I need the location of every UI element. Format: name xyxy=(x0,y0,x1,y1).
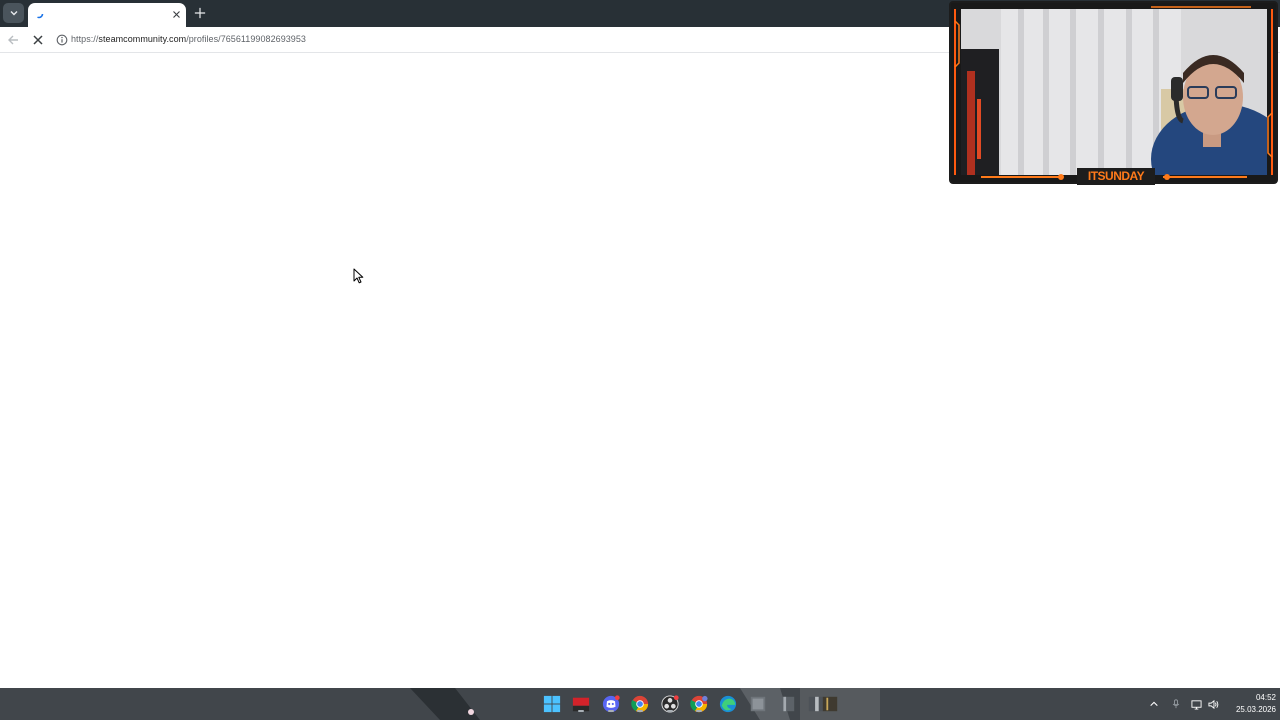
microphone-icon xyxy=(1172,699,1180,709)
site-info-icon[interactable] xyxy=(56,34,68,46)
taskbar-edge[interactable] xyxy=(718,694,738,714)
taskbar-obs-studio[interactable] xyxy=(660,694,680,714)
clock-date: 25.03.2026 xyxy=(1235,705,1276,714)
url-scheme: https:// xyxy=(71,34,99,44)
running-indicator xyxy=(696,710,702,712)
taskbar-app-badge[interactable] xyxy=(571,694,591,714)
close-icon xyxy=(172,10,180,18)
tray-overflow-button[interactable] xyxy=(1148,698,1160,710)
network-icon xyxy=(1190,699,1202,710)
taskbar-discord[interactable] xyxy=(601,694,621,714)
new-tab-button[interactable] xyxy=(193,6,207,20)
back-icon[interactable] xyxy=(6,33,20,47)
chevron-up-icon xyxy=(1150,701,1158,707)
windows-taskbar: 04:52 25.03.2026 xyxy=(0,688,1280,720)
webcam-channel-label: ITSUNDAY xyxy=(1077,168,1155,185)
tray-volume[interactable] xyxy=(1207,698,1219,710)
edge-icon xyxy=(719,695,737,713)
url-host: steamcommunity.com xyxy=(98,34,187,44)
plus-icon xyxy=(194,7,206,19)
app-window-icon xyxy=(822,696,838,712)
address-bar[interactable]: https://steamcommunity.com/profiles/7656… xyxy=(51,30,1051,50)
taskbar-clock[interactable]: 04:52 25.03.2026 xyxy=(1222,692,1276,716)
url-text[interactable]: https://steamcommunity.com/profiles/7656… xyxy=(71,34,306,44)
stop-loading-icon[interactable] xyxy=(31,33,45,47)
start-button[interactable] xyxy=(542,694,562,714)
loading-spinner-icon xyxy=(34,9,44,19)
running-indicator xyxy=(578,710,584,712)
url-path: /profiles/76561199082693953 xyxy=(186,34,306,44)
clock-time: 04:52 xyxy=(1255,693,1276,702)
volume-icon xyxy=(1207,699,1218,709)
tab-search-button[interactable] xyxy=(3,3,24,23)
tray-microphone[interactable] xyxy=(1170,698,1182,710)
running-indicator xyxy=(608,710,614,712)
webcam-overlay: ITSUNDAY xyxy=(949,1,1278,185)
chevron-down-icon xyxy=(10,11,17,16)
running-indicator xyxy=(637,710,643,712)
taskbar-app-window-4[interactable] xyxy=(820,694,840,714)
taskbar-app-window-1[interactable] xyxy=(748,694,768,714)
app-window-icon xyxy=(779,696,795,712)
browser-tab[interactable] xyxy=(28,3,186,27)
tray-network[interactable] xyxy=(1190,698,1202,710)
windows-start-icon xyxy=(543,695,561,713)
webcam-frame-border xyxy=(954,6,1273,180)
app-window-icon xyxy=(750,696,766,712)
taskbar-chrome-profile[interactable] xyxy=(689,694,709,714)
running-indicator xyxy=(667,710,673,712)
taskbar-chrome[interactable] xyxy=(630,694,650,714)
tab-close-button[interactable] xyxy=(170,8,182,20)
taskbar-app-window-2[interactable] xyxy=(777,694,797,714)
mouse-cursor-icon xyxy=(353,268,364,284)
